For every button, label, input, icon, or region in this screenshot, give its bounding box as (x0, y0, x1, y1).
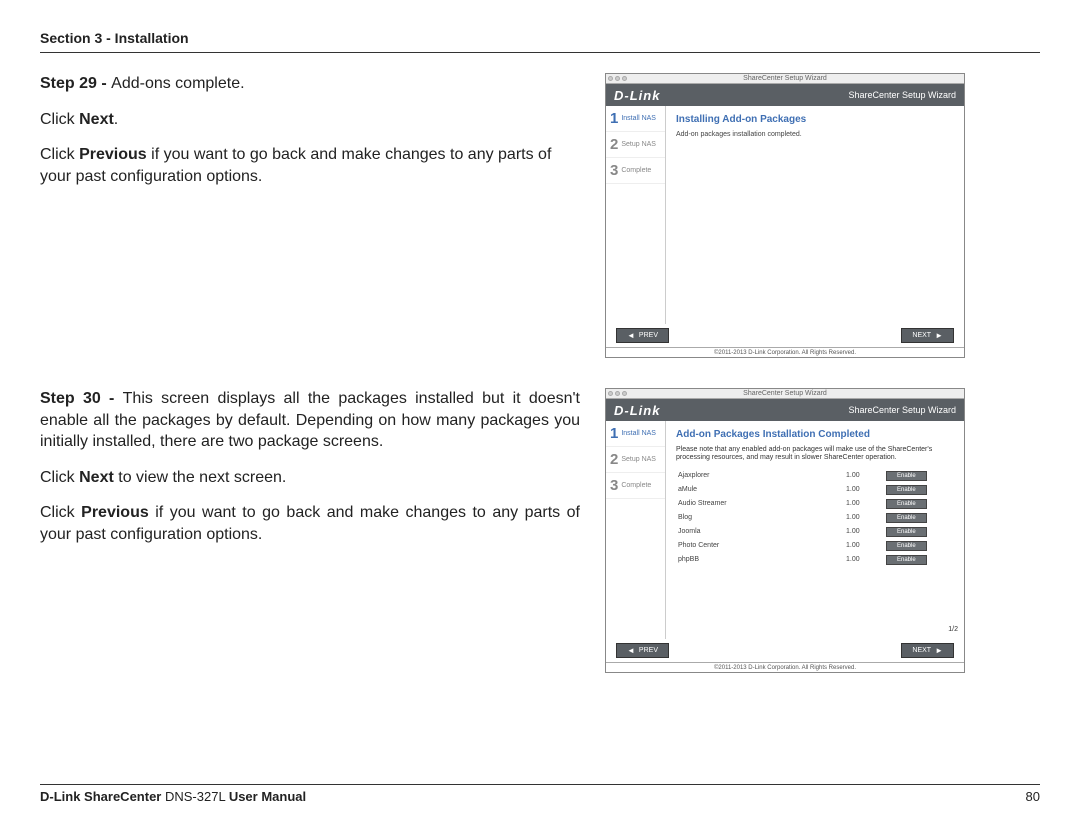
brand-subtitle: ShareCenter Setup Wizard (848, 405, 956, 415)
wizard-footer: ◄PREV NEXT► (606, 639, 964, 662)
window-titlebar: ShareCenter Setup Wizard (606, 389, 964, 399)
wizard-main: Add-on Packages Installation Completed P… (666, 421, 964, 639)
enable-button[interactable]: Enable (886, 499, 927, 509)
wizard-step-1[interactable]: 1Install NAS (606, 421, 665, 447)
table-row: Ajaxplorer1.00Enable (676, 469, 954, 483)
wizard-main: Installing Add-on Packages Add-on packag… (666, 106, 964, 324)
step29-title: Add-ons complete. (111, 75, 244, 92)
brand-logo: D-Link (614, 88, 660, 103)
enable-button[interactable]: Enable (886, 471, 927, 481)
previous-ref: Previous (79, 146, 147, 163)
arrow-left-icon: ◄ (627, 646, 635, 655)
wizard-heading: Add-on Packages Installation Completed (676, 429, 954, 440)
copyright: ©2011-2013 D-Link Corporation. All Right… (606, 662, 964, 673)
screenshot-2: ShareCenter Setup Wizard D-Link ShareCen… (605, 388, 965, 673)
previous-ref: Previous (81, 504, 149, 521)
wizard-message: Add-on packages installation completed. (676, 131, 954, 138)
pkg-version: 1.00 (844, 553, 884, 567)
pkg-version: 1.00 (844, 483, 884, 497)
wizard-note: Please note that any enabled add-on pack… (676, 446, 954, 463)
enable-button[interactable]: Enable (886, 513, 927, 523)
enable-button[interactable]: Enable (886, 555, 927, 565)
next-ref: Next (79, 469, 114, 486)
pkg-name: Ajaxplorer (676, 469, 844, 483)
brand-bar: D-Link ShareCenter Setup Wizard (606, 399, 964, 421)
pkg-version: 1.00 (844, 497, 884, 511)
arrow-left-icon: ◄ (627, 331, 635, 340)
wizard-step-1[interactable]: 1Install NAS (606, 106, 665, 132)
enable-button[interactable]: Enable (886, 541, 927, 551)
footer-brand: D-Link ShareCenter (40, 789, 165, 804)
wizard-step-3[interactable]: 3Complete (606, 473, 665, 499)
wizard-step-2[interactable]: 2Setup NAS (606, 132, 665, 158)
pkg-name: phpBB (676, 553, 844, 567)
page-number: 80 (1026, 789, 1040, 804)
footer-model: DNS-327L (165, 789, 229, 804)
brand-subtitle: ShareCenter Setup Wizard (848, 90, 956, 100)
wizard-steps: 1Install NAS 2Setup NAS 3Complete (606, 106, 666, 324)
pkg-name: Blog (676, 511, 844, 525)
txt: Click (40, 504, 81, 521)
txt: Click (40, 146, 79, 163)
txt: Click (40, 111, 79, 128)
brand-logo: D-Link (614, 403, 660, 418)
pkg-name: aMule (676, 483, 844, 497)
footer-doc: User Manual (229, 789, 306, 804)
next-button[interactable]: NEXT► (901, 643, 954, 658)
wizard-step-3[interactable]: 3Complete (606, 158, 665, 184)
pkg-name: Joomla (676, 525, 844, 539)
packages-table: Ajaxplorer1.00EnableaMule1.00EnableAudio… (676, 469, 954, 567)
txt: . (114, 111, 118, 128)
wizard-step-2[interactable]: 2Setup NAS (606, 447, 665, 473)
wizard-heading: Installing Add-on Packages (676, 114, 954, 125)
window-title: ShareCenter Setup Wizard (743, 75, 827, 82)
prev-button[interactable]: ◄PREV (616, 328, 669, 343)
table-row: Blog1.00Enable (676, 511, 954, 525)
next-ref: Next (79, 111, 114, 128)
arrow-right-icon: ► (935, 646, 943, 655)
pkg-version: 1.00 (844, 511, 884, 525)
section-header: Section 3 - Installation (40, 30, 1040, 46)
table-row: Audio Streamer1.00Enable (676, 497, 954, 511)
window-titlebar: ShareCenter Setup Wizard (606, 74, 964, 84)
step29-text: Step 29 - Add-ons complete. Click Next. … (40, 73, 580, 358)
prev-button[interactable]: ◄PREV (616, 643, 669, 658)
pkg-name: Audio Streamer (676, 497, 844, 511)
table-row: Joomla1.00Enable (676, 525, 954, 539)
wizard-steps: 1Install NAS 2Setup NAS 3Complete (606, 421, 666, 639)
window-title: ShareCenter Setup Wizard (743, 390, 827, 397)
step29-label: Step 29 - (40, 75, 111, 92)
pkg-name: Photo Center (676, 539, 844, 553)
pkg-version: 1.00 (844, 469, 884, 483)
pkg-version: 1.00 (844, 539, 884, 553)
screenshot-1: ShareCenter Setup Wizard D-Link ShareCen… (605, 73, 965, 358)
step29-block: Step 29 - Add-ons complete. Click Next. … (40, 73, 1040, 358)
table-row: aMule1.00Enable (676, 483, 954, 497)
step30-text: Step 30 - This screen displays all the p… (40, 388, 580, 673)
txt: Click (40, 469, 79, 486)
table-row: phpBB1.00Enable (676, 553, 954, 567)
brand-bar: D-Link ShareCenter Setup Wizard (606, 84, 964, 106)
table-row: Photo Center1.00Enable (676, 539, 954, 553)
arrow-right-icon: ► (935, 331, 943, 340)
page-fraction: 1/2 (948, 626, 958, 633)
header-rule (40, 52, 1040, 53)
step30-label: Step 30 - (40, 390, 123, 407)
enable-button[interactable]: Enable (886, 527, 927, 537)
pkg-version: 1.00 (844, 525, 884, 539)
next-button[interactable]: NEXT► (901, 328, 954, 343)
copyright: ©2011-2013 D-Link Corporation. All Right… (606, 347, 964, 358)
txt: to view the next screen. (114, 469, 287, 486)
wizard-footer: ◄PREV NEXT► (606, 324, 964, 347)
step30-block: Step 30 - This screen displays all the p… (40, 388, 1040, 673)
enable-button[interactable]: Enable (886, 485, 927, 495)
page-footer: D-Link ShareCenter DNS-327L User Manual … (40, 784, 1040, 804)
